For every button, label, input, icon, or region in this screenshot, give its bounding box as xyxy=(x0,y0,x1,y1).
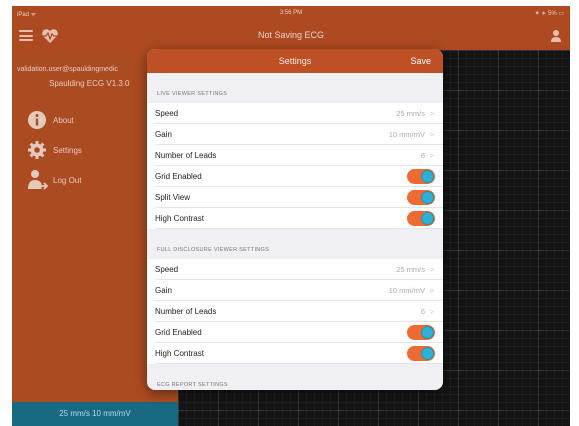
row-label: Speed xyxy=(155,265,179,274)
row-value: 25 mm/s xyxy=(396,109,425,118)
chevron-right-icon: > xyxy=(429,286,434,295)
row-label: Speed xyxy=(155,109,179,118)
section-header-full: FULL DISCLOSURE VIEWER SETTINGS xyxy=(147,229,443,259)
chevron-right-icon: > xyxy=(429,307,434,316)
full-contrast-row: High Contrast xyxy=(147,343,443,364)
row-label: Number of Leads xyxy=(155,151,217,160)
section-header-report: ECG REPORT SETTINGS xyxy=(147,364,443,390)
live-gain-row[interactable]: Gain 10 mm/mV > xyxy=(147,124,443,145)
grid-enabled-toggle[interactable] xyxy=(407,169,435,184)
full-leads-row[interactable]: Number of Leads 6 > xyxy=(147,301,443,322)
row-value: 25 mm/s xyxy=(396,265,425,274)
save-button[interactable]: Save xyxy=(410,56,431,66)
modal-title: Settings xyxy=(278,56,312,66)
high-contrast-toggle[interactable] xyxy=(407,346,435,361)
chevron-right-icon: > xyxy=(429,130,434,139)
row-label: Number of Leads xyxy=(155,307,217,316)
row-label: High Contrast xyxy=(155,349,204,358)
live-grid-row: Grid Enabled xyxy=(147,166,443,187)
chevron-right-icon: > xyxy=(429,109,434,118)
row-label: Split View xyxy=(155,193,190,202)
modal-header: Settings Save xyxy=(147,49,443,73)
row-label: Gain xyxy=(155,130,172,139)
grid-enabled-toggle[interactable] xyxy=(407,325,435,340)
row-label: Gain xyxy=(155,286,172,295)
section-header-live: LIVE VIEWER SETTINGS xyxy=(147,73,443,103)
section-title: LIVE VIEWER SETTINGS xyxy=(157,91,228,97)
live-split-row: Split View xyxy=(147,187,443,208)
chevron-right-icon: > xyxy=(429,265,434,274)
settings-modal: Settings Save LIVE VIEWER SETTINGS Speed… xyxy=(147,49,443,390)
full-gain-row[interactable]: Gain 10 mm/mV > xyxy=(147,280,443,301)
row-label: Grid Enabled xyxy=(155,328,202,337)
live-leads-row[interactable]: Number of Leads 6 > xyxy=(147,145,443,166)
ipad-screen: iPad ᯤ 3:56 PM ⁕ ∗ 5% ▭ Not Saving ECG v… xyxy=(12,6,570,426)
live-speed-row[interactable]: Speed 25 mm/s > xyxy=(147,103,443,124)
live-contrast-row: High Contrast xyxy=(147,208,443,229)
settings-list[interactable]: LIVE VIEWER SETTINGS Speed 25 mm/s > Gai… xyxy=(147,73,443,390)
full-speed-row[interactable]: Speed 25 mm/s > xyxy=(147,259,443,280)
row-value: 6 xyxy=(420,307,425,316)
row-value: 10 mm/mV xyxy=(388,130,425,139)
section-title: ECG REPORT SETTINGS xyxy=(157,382,228,388)
row-label: High Contrast xyxy=(155,214,204,223)
chevron-right-icon: > xyxy=(429,151,434,160)
full-grid-row: Grid Enabled xyxy=(147,322,443,343)
row-label: Grid Enabled xyxy=(155,172,202,181)
row-value: 6 xyxy=(420,151,425,160)
section-title: FULL DISCLOSURE VIEWER SETTINGS xyxy=(157,247,270,253)
split-view-toggle[interactable] xyxy=(407,190,435,205)
row-value: 10 mm/mV xyxy=(388,286,425,295)
high-contrast-toggle[interactable] xyxy=(407,211,435,226)
